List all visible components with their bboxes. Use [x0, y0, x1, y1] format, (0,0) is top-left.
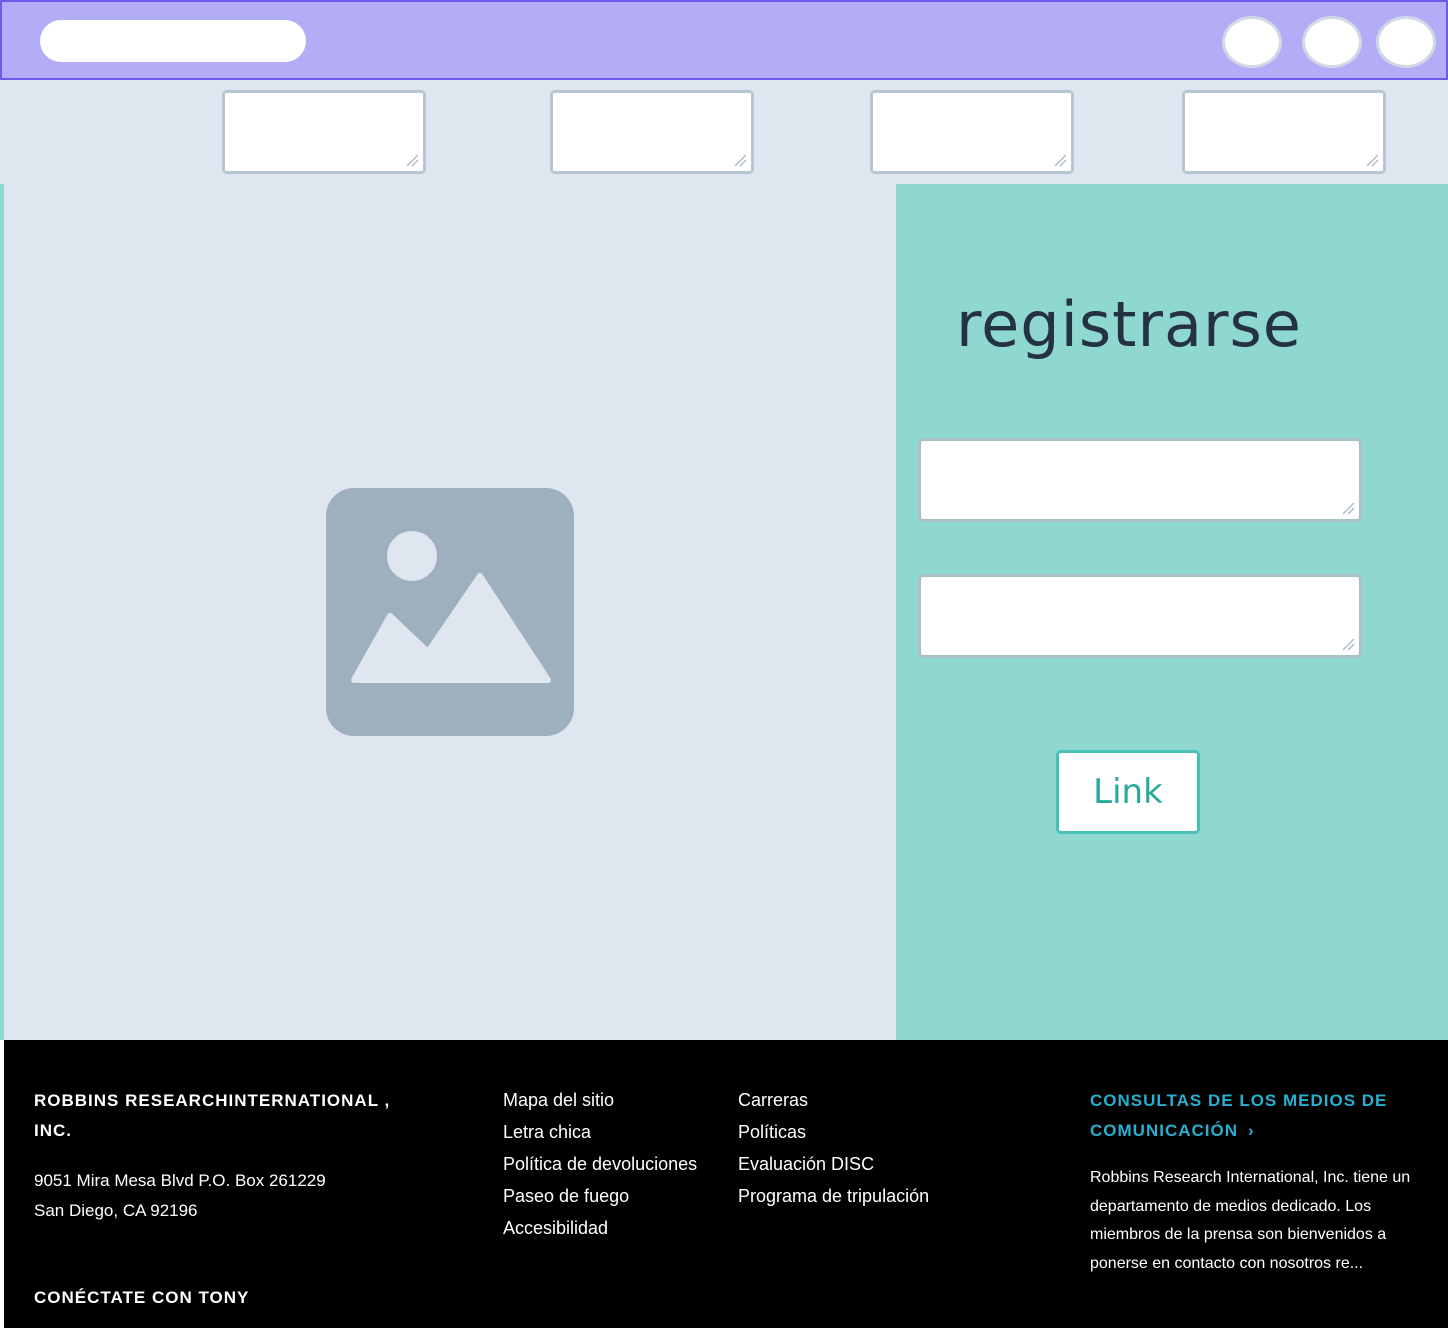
footer-link-returns[interactable]: Política de devoluciones — [503, 1148, 697, 1180]
signup-field-2[interactable] — [918, 574, 1362, 658]
resize-handle-icon[interactable] — [1339, 635, 1355, 651]
resize-handle-icon[interactable] — [1363, 151, 1379, 167]
media-description: Robbins Research International, Inc. tie… — [1090, 1169, 1411, 1272]
resize-handle-icon[interactable] — [731, 151, 747, 167]
nav-field-1[interactable] — [222, 90, 426, 174]
image-placeholder-icon — [326, 488, 574, 736]
connect-heading: CONÉCTATE CON TONY — [34, 1288, 250, 1307]
signup-field-1[interactable] — [918, 438, 1362, 522]
footer-links-column-2: Carreras Políticas Evaluación DISC Progr… — [738, 1084, 929, 1212]
footer-link-careers[interactable]: Carreras — [738, 1084, 929, 1116]
footer-link-crew-program[interactable]: Programa de tripulación — [738, 1180, 929, 1212]
media-inquiries-link[interactable]: CONSULTAS DE LOS MEDIOS DE COMUNICACIÓN › — [1090, 1086, 1410, 1146]
company-name: ROBBINS RESEARCHINTERNATIONAL , INC. — [34, 1091, 391, 1140]
signup-panel: registrarse Link — [896, 184, 1448, 1040]
link-button[interactable]: Link — [1056, 750, 1200, 834]
footer-link-accessibility[interactable]: Accesibilidad — [503, 1212, 697, 1244]
header-button-1[interactable] — [1222, 16, 1282, 68]
nav-field-3[interactable] — [870, 90, 1074, 174]
address: 9051 Mira Mesa Blvd P.O. Box 261229 San … — [34, 1166, 326, 1226]
address-line-2: San Diego, CA 92196 — [34, 1201, 198, 1220]
resize-handle-icon[interactable] — [1339, 499, 1355, 515]
media-inquiries-label: CONSULTAS DE LOS MEDIOS DE COMUNICACIÓN — [1090, 1091, 1388, 1140]
resize-handle-icon[interactable] — [403, 151, 419, 167]
signup-title: registrarse — [956, 288, 1302, 361]
chevron-right-icon: › — [1248, 1121, 1255, 1140]
header-button-2[interactable] — [1302, 16, 1362, 68]
nav-field-4[interactable] — [1182, 90, 1386, 174]
url-bar[interactable] — [40, 20, 306, 62]
resize-handle-icon[interactable] — [1051, 151, 1067, 167]
header-button-3[interactable] — [1376, 16, 1436, 68]
footer: ROBBINS RESEARCHINTERNATIONAL , INC. 905… — [4, 1040, 1448, 1328]
footer-link-sitemap[interactable]: Mapa del sitio — [503, 1084, 697, 1116]
footer-links-column-1: Mapa del sitio Letra chica Política de d… — [503, 1084, 697, 1244]
footer-link-policies[interactable]: Políticas — [738, 1116, 929, 1148]
nav-strip — [0, 80, 1448, 184]
footer-link-firewalk[interactable]: Paseo de fuego — [503, 1180, 697, 1212]
nav-field-2[interactable] — [550, 90, 754, 174]
footer-link-disc[interactable]: Evaluación DISC — [738, 1148, 929, 1180]
footer-link-fine-print[interactable]: Letra chica — [503, 1116, 697, 1148]
address-line-1: 9051 Mira Mesa Blvd P.O. Box 261229 — [34, 1171, 326, 1190]
media-area — [4, 184, 896, 1040]
top-bar — [0, 0, 1448, 80]
